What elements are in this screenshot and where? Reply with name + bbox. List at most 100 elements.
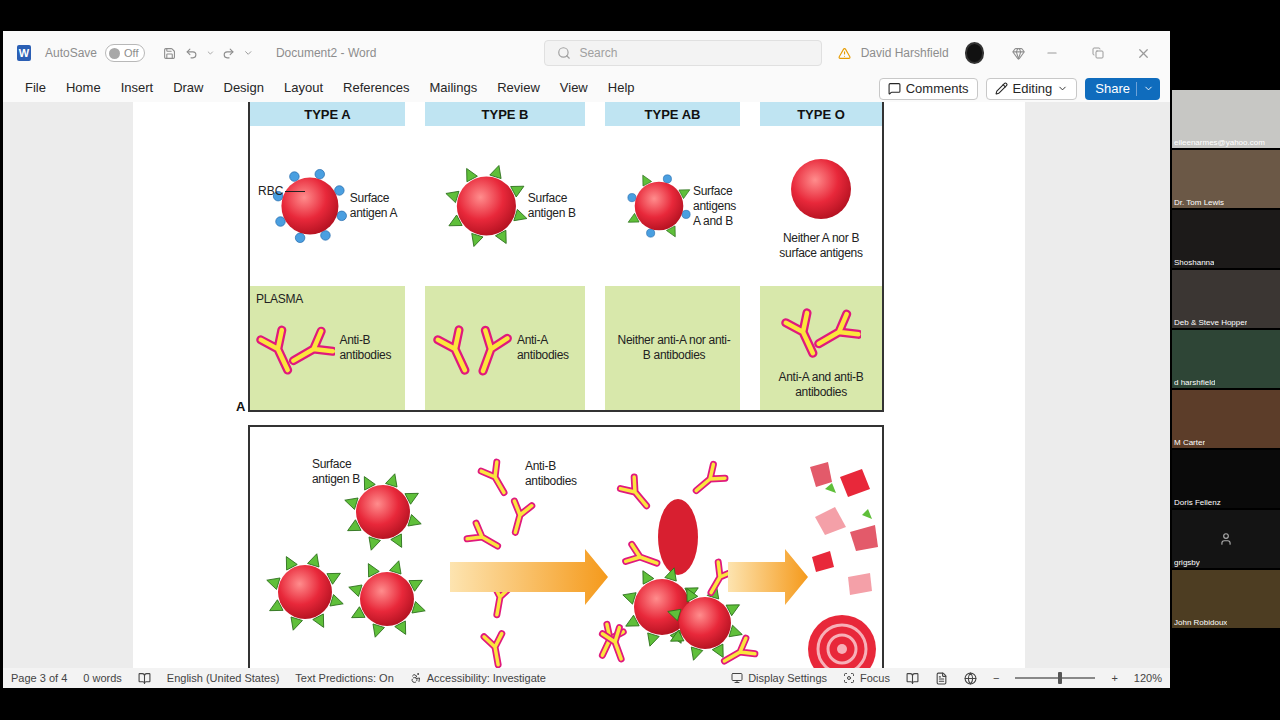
blood-type-column: TYPE B Surface antigen B Anti-A antibodies — [425, 102, 585, 410]
participant-tile[interactable]: eileenarmes@yahoo.com — [1172, 90, 1280, 148]
cell-area: Neither A nor B surface antigens — [760, 126, 882, 286]
blood-type-column: TYPE ONeither A nor B surface antigens An… — [760, 102, 882, 410]
comment-icon — [888, 82, 901, 95]
web-layout-icon[interactable] — [964, 672, 977, 685]
ribbon-tab[interactable]: Draw — [173, 77, 203, 100]
participant-name: Dr. Tom Lewis — [1174, 198, 1224, 207]
editing-button[interactable]: Editing — [986, 78, 1078, 100]
close-button[interactable] — [1124, 38, 1162, 68]
word-window: W AutoSave Off Document2 - Word Search David … — [3, 31, 1170, 688]
user-avatar[interactable] — [965, 42, 985, 64]
participant-name: grigsby — [1174, 558, 1200, 567]
cell-label: Surface antigen B — [528, 191, 585, 221]
autosave-toggle[interactable]: Off — [105, 44, 145, 62]
cell-area: Surface antigen B — [425, 126, 585, 286]
ribbon-tab[interactable]: File — [25, 77, 46, 100]
ribbon-tab[interactable]: Help — [608, 77, 635, 100]
participant-tile[interactable]: Shoshanna — [1172, 210, 1280, 268]
blood-type-header: TYPE A — [250, 102, 405, 126]
ribbon-tabs: File Home Insert Draw Design Layout References… — [3, 75, 1170, 102]
zoom-slider[interactable] — [1015, 677, 1095, 679]
participant-name: John Robidoux — [1174, 618, 1227, 627]
print-layout-icon[interactable] — [935, 672, 948, 685]
ribbon-tab[interactable]: Layout — [284, 77, 323, 100]
zoom-in-button[interactable]: + — [1111, 672, 1117, 684]
blood-type-panel: TYPE A RBC Surface antigen A PLASMAAnti-B a… — [248, 102, 884, 412]
document-page: TYPE A RBC Surface antigen A PLASMAAnti-B a… — [133, 102, 1025, 668]
blood-type-header: TYPE O — [760, 102, 882, 126]
cell-area: RBC Surface antigen A — [250, 126, 405, 286]
participant-name: Doris Fellenz — [1174, 498, 1221, 507]
ribbon-tab[interactable]: Design — [224, 77, 264, 100]
language[interactable]: English (United States) — [167, 672, 280, 684]
cell-label: Surface antigen A — [350, 191, 405, 221]
rbc-pointer: RBC — [258, 184, 305, 198]
ribbon-tab[interactable]: View — [560, 77, 588, 100]
participant-tile[interactable]: Dr. Tom Lewis — [1172, 150, 1280, 208]
ribbon-tab[interactable]: Mailings — [430, 77, 478, 100]
share-button[interactable]: Share — [1085, 78, 1160, 100]
participant-name: eileenarmes@yahoo.com — [1174, 138, 1265, 147]
plasma-text: Anti-B antibodies — [339, 333, 399, 363]
cells-label: Surface antigen B — [312, 457, 374, 487]
participant-tile[interactable]: M Carter — [1172, 390, 1280, 448]
document-title: Document2 - Word — [276, 46, 376, 60]
red-cell-icon — [270, 151, 350, 261]
participant-tile[interactable]: d harshfield — [1172, 330, 1280, 388]
red-cell-icon — [445, 151, 528, 261]
red-cell-icon — [779, 151, 863, 227]
accessibility[interactable]: Accessibility: Investigate — [410, 672, 546, 684]
participant-name: d harshfield — [1174, 378, 1215, 387]
cell-area: Surface antigens A and B — [605, 126, 740, 286]
red-cell-icon — [625, 151, 693, 261]
blood-type-header: TYPE B — [425, 102, 585, 126]
undo-icon[interactable] — [185, 46, 198, 61]
participant-tile[interactable]: Deb & Steve Hopper — [1172, 270, 1280, 328]
shared-screen: W AutoSave Off Document2 - Word Search David … — [0, 0, 1172, 720]
screen: W AutoSave Off Document2 - Word Search David … — [0, 0, 1280, 720]
title-bar: W AutoSave Off Document2 - Word Search David … — [3, 31, 1170, 75]
text-predictions[interactable]: Text Predictions: On — [295, 672, 393, 684]
customize-icon[interactable] — [243, 47, 253, 59]
minimize-button[interactable] — [1033, 38, 1071, 68]
focus-mode[interactable]: Focus — [843, 672, 890, 684]
ribbon-tab[interactable]: Home — [66, 77, 101, 100]
participant-tile[interactable]: John Robidoux — [1172, 570, 1280, 628]
user-name[interactable]: David Harshfield — [861, 46, 949, 60]
warning-icon[interactable] — [838, 46, 851, 61]
word-logo-icon: W — [17, 45, 31, 61]
blood-type-column: TYPE A RBC Surface antigen A PLASMAAnti-B a… — [250, 102, 405, 410]
blood-type-header: TYPE AB — [605, 102, 740, 126]
ribbon-tab[interactable]: Insert — [121, 77, 154, 100]
participant-tile[interactable]: grigsby — [1172, 510, 1280, 568]
word-count[interactable]: 0 words — [83, 672, 122, 684]
avatar-icon — [1219, 532, 1233, 546]
plasma-box: PLASMAAnti-B antibodies — [250, 286, 405, 410]
plasma-text: Anti-A and anti-B antibodies — [771, 370, 871, 400]
display-settings[interactable]: Display Settings — [731, 672, 827, 684]
restore-button[interactable] — [1079, 38, 1117, 68]
plasma-text: Anti-A antibodies — [517, 333, 577, 363]
read-mode-icon[interactable] — [906, 672, 919, 685]
antibody-icon — [433, 313, 513, 383]
panel-label: A — [236, 399, 245, 414]
cell-label: Surface antigens A and B — [693, 184, 740, 229]
proofing-icon[interactable] — [138, 672, 151, 685]
status-bar: Page 3 of 4 0 words English (United States… — [3, 668, 1170, 688]
zoom-level[interactable]: 120% — [1134, 672, 1162, 684]
redo-icon[interactable] — [222, 46, 235, 61]
comments-button[interactable]: Comments — [879, 78, 978, 100]
ribbon-tab[interactable]: References — [343, 77, 409, 100]
search-box[interactable]: Search — [544, 40, 821, 66]
participant-tile[interactable]: Doris Fellenz — [1172, 450, 1280, 508]
page-count[interactable]: Page 3 of 4 — [11, 672, 67, 684]
ribbon-tab[interactable]: Review — [497, 77, 540, 100]
plasma-box: Anti-A antibodies — [425, 286, 585, 410]
undo-dropdown-icon[interactable] — [206, 48, 215, 58]
antibodies-label: Anti-B antibodies — [525, 459, 587, 489]
save-icon[interactable] — [163, 46, 176, 61]
zoom-out-button[interactable]: − — [993, 672, 999, 684]
diamond-icon[interactable] — [1012, 46, 1025, 61]
autosave-label: AutoSave — [45, 46, 97, 60]
reaction-panel: Surface antigen B Anti-B antibodies — [248, 425, 884, 668]
